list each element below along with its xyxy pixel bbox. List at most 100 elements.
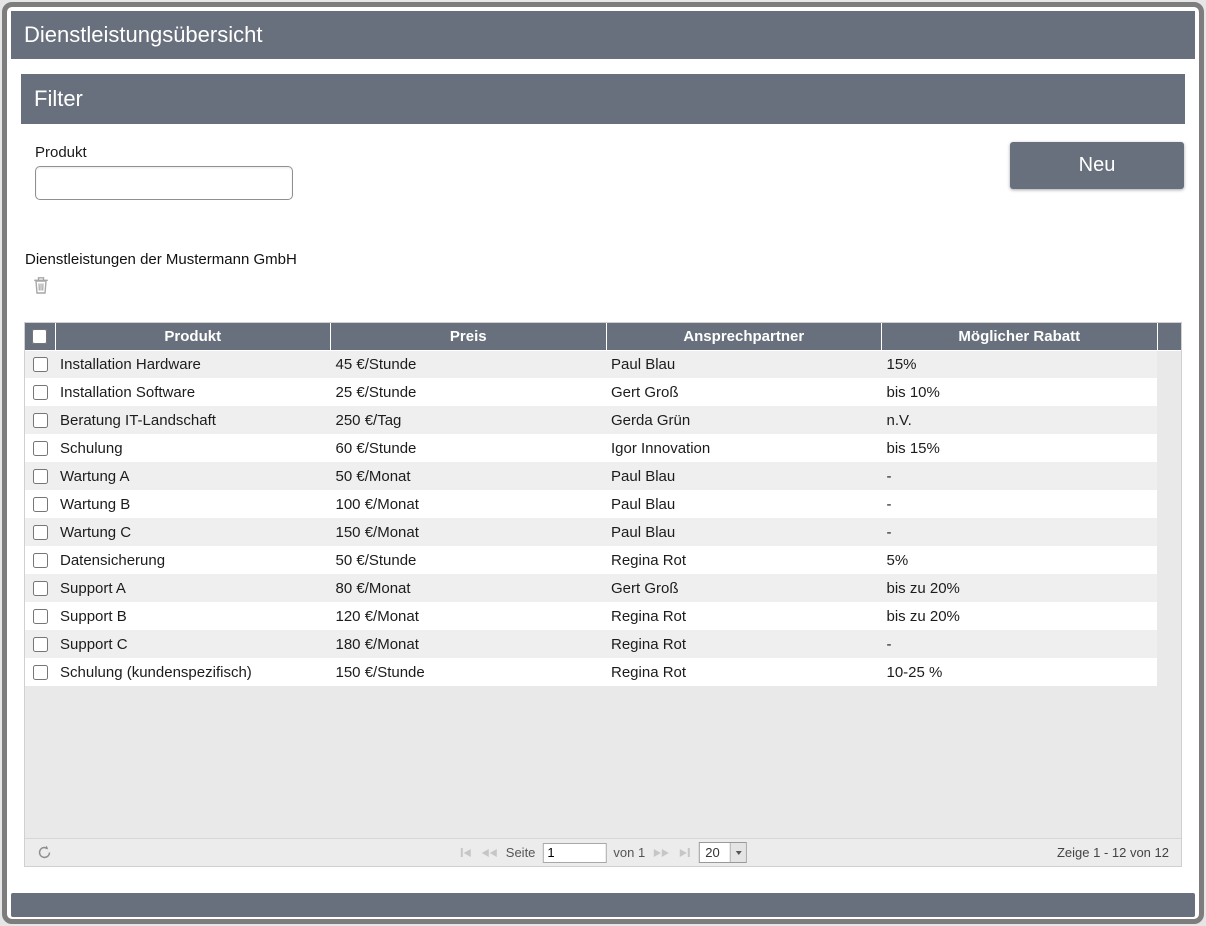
row-checkbox-cell bbox=[25, 490, 55, 518]
produkt-cell: Datensicherung bbox=[55, 546, 331, 574]
produkt-cell: Schulung (kundenspezifisch) bbox=[55, 658, 331, 686]
row-checkbox[interactable] bbox=[33, 581, 48, 596]
column-header-produkt[interactable]: Produkt bbox=[55, 323, 331, 350]
preis-cell: 80 €/Monat bbox=[331, 574, 607, 602]
pager-controls: Seite von 1 20 bbox=[459, 839, 747, 866]
footer-bar bbox=[11, 893, 1195, 917]
row-checkbox[interactable] bbox=[33, 385, 48, 400]
row-filler bbox=[1157, 658, 1181, 686]
row-checkbox[interactable] bbox=[33, 553, 48, 568]
preis-cell: 120 €/Monat bbox=[331, 602, 607, 630]
table-row: Wartung C150 €/MonatPaul Blau- bbox=[25, 518, 1181, 546]
produkt-cell: Wartung B bbox=[55, 490, 331, 518]
ansprechpartner-cell: Gerda Grün bbox=[606, 406, 882, 434]
delete-button[interactable] bbox=[31, 276, 51, 295]
row-checkbox[interactable] bbox=[33, 413, 48, 428]
rabatt-cell: 15% bbox=[882, 350, 1158, 378]
grid-empty-area bbox=[25, 686, 1181, 838]
grid-caption: Dienstleistungen der Mustermann GmbH bbox=[25, 251, 1185, 268]
table-row: Wartung B100 €/MonatPaul Blau- bbox=[25, 490, 1181, 518]
rabatt-cell: 5% bbox=[882, 546, 1158, 574]
produkt-cell: Wartung A bbox=[55, 462, 331, 490]
rabatt-cell: bis zu 20% bbox=[882, 602, 1158, 630]
neu-button[interactable]: Neu bbox=[1010, 142, 1184, 189]
row-checkbox-cell bbox=[25, 602, 55, 630]
first-page-icon bbox=[461, 848, 463, 857]
table-row: Beratung IT-Landschaft250 €/TagGerda Grü… bbox=[25, 406, 1181, 434]
row-checkbox[interactable] bbox=[33, 525, 48, 540]
row-filler bbox=[1157, 602, 1181, 630]
produkt-input[interactable] bbox=[35, 166, 293, 200]
table-row: Support C180 €/MonatRegina Rot- bbox=[25, 630, 1181, 658]
select-all-cell bbox=[25, 323, 55, 350]
rabatt-cell: n.V. bbox=[882, 406, 1158, 434]
column-header-preis[interactable]: Preis bbox=[331, 323, 607, 350]
ansprechpartner-cell: Paul Blau bbox=[606, 518, 882, 546]
ansprechpartner-cell: Regina Rot bbox=[606, 658, 882, 686]
preis-cell: 150 €/Stunde bbox=[331, 658, 607, 686]
services-table: Produkt Preis Ansprechpartner Möglicher … bbox=[25, 323, 1181, 686]
rabatt-cell: bis 15% bbox=[882, 434, 1158, 462]
row-filler bbox=[1157, 406, 1181, 434]
table-row: Support A80 €/MonatGert Großbis zu 20% bbox=[25, 574, 1181, 602]
preis-cell: 50 €/Monat bbox=[331, 462, 607, 490]
table-row: Installation Software25 €/StundeGert Gro… bbox=[25, 378, 1181, 406]
chevron-down-icon bbox=[730, 843, 746, 862]
produkt-cell: Wartung C bbox=[55, 518, 331, 546]
row-checkbox[interactable] bbox=[33, 357, 48, 372]
row-checkbox[interactable] bbox=[33, 441, 48, 456]
row-filler bbox=[1157, 350, 1181, 378]
ansprechpartner-cell: Gert Groß bbox=[606, 574, 882, 602]
select-all-checkbox[interactable] bbox=[32, 329, 47, 344]
table-header-row: Produkt Preis Ansprechpartner Möglicher … bbox=[25, 323, 1181, 350]
row-checkbox[interactable] bbox=[33, 637, 48, 652]
rabatt-cell: - bbox=[882, 518, 1158, 546]
rabatt-cell: bis 10% bbox=[882, 378, 1158, 406]
table-row: Schulung60 €/StundeIgor Innovationbis 15… bbox=[25, 434, 1181, 462]
preis-cell: 50 €/Stunde bbox=[331, 546, 607, 574]
row-filler bbox=[1157, 546, 1181, 574]
produkt-cell: Beratung IT-Landschaft bbox=[55, 406, 331, 434]
produkt-cell: Support B bbox=[55, 602, 331, 630]
table-row: Schulung (kundenspezifisch)150 €/StundeR… bbox=[25, 658, 1181, 686]
ansprechpartner-cell: Paul Blau bbox=[606, 350, 882, 378]
column-header-rabatt[interactable]: Möglicher Rabatt bbox=[882, 323, 1158, 350]
row-checkbox[interactable] bbox=[33, 665, 48, 680]
last-page-button[interactable] bbox=[678, 846, 692, 859]
page-size-select[interactable]: 20 bbox=[699, 842, 747, 863]
ansprechpartner-cell: Paul Blau bbox=[606, 462, 882, 490]
first-page-button[interactable] bbox=[459, 846, 473, 859]
rabatt-cell: bis zu 20% bbox=[882, 574, 1158, 602]
ansprechpartner-cell: Regina Rot bbox=[606, 546, 882, 574]
page-title: Dienstleistungsübersicht bbox=[11, 11, 1195, 59]
table-row: Wartung A50 €/MonatPaul Blau- bbox=[25, 462, 1181, 490]
previous-page-icon bbox=[482, 849, 489, 857]
rabatt-cell: 10-25 % bbox=[882, 658, 1158, 686]
preis-cell: 150 €/Monat bbox=[331, 518, 607, 546]
column-header-ansprechpartner[interactable]: Ansprechpartner bbox=[606, 323, 882, 350]
page-number-input[interactable] bbox=[542, 843, 606, 863]
row-checkbox-cell bbox=[25, 350, 55, 378]
row-filler bbox=[1157, 434, 1181, 462]
rabatt-cell: - bbox=[882, 462, 1158, 490]
row-checkbox[interactable] bbox=[33, 609, 48, 624]
row-checkbox-cell bbox=[25, 518, 55, 546]
refresh-button[interactable] bbox=[35, 845, 53, 861]
produkt-cell: Installation Hardware bbox=[55, 350, 331, 378]
next-page-button[interactable] bbox=[652, 847, 671, 859]
produkt-cell: Support C bbox=[55, 630, 331, 658]
app-window: Dienstleistungsübersicht Filter Produkt … bbox=[2, 2, 1204, 924]
refresh-icon bbox=[37, 848, 52, 863]
ansprechpartner-cell: Regina Rot bbox=[606, 630, 882, 658]
row-checkbox-cell bbox=[25, 462, 55, 490]
table-body: Installation Hardware45 €/StundePaul Bla… bbox=[25, 350, 1181, 686]
row-checkbox[interactable] bbox=[33, 497, 48, 512]
produkt-cell: Support A bbox=[55, 574, 331, 602]
preis-cell: 100 €/Monat bbox=[331, 490, 607, 518]
preis-cell: 180 €/Monat bbox=[331, 630, 607, 658]
page-label: Seite bbox=[506, 845, 536, 860]
row-checkbox[interactable] bbox=[33, 469, 48, 484]
previous-page-button[interactable] bbox=[480, 847, 499, 859]
row-filler bbox=[1157, 630, 1181, 658]
rabatt-cell: - bbox=[882, 630, 1158, 658]
